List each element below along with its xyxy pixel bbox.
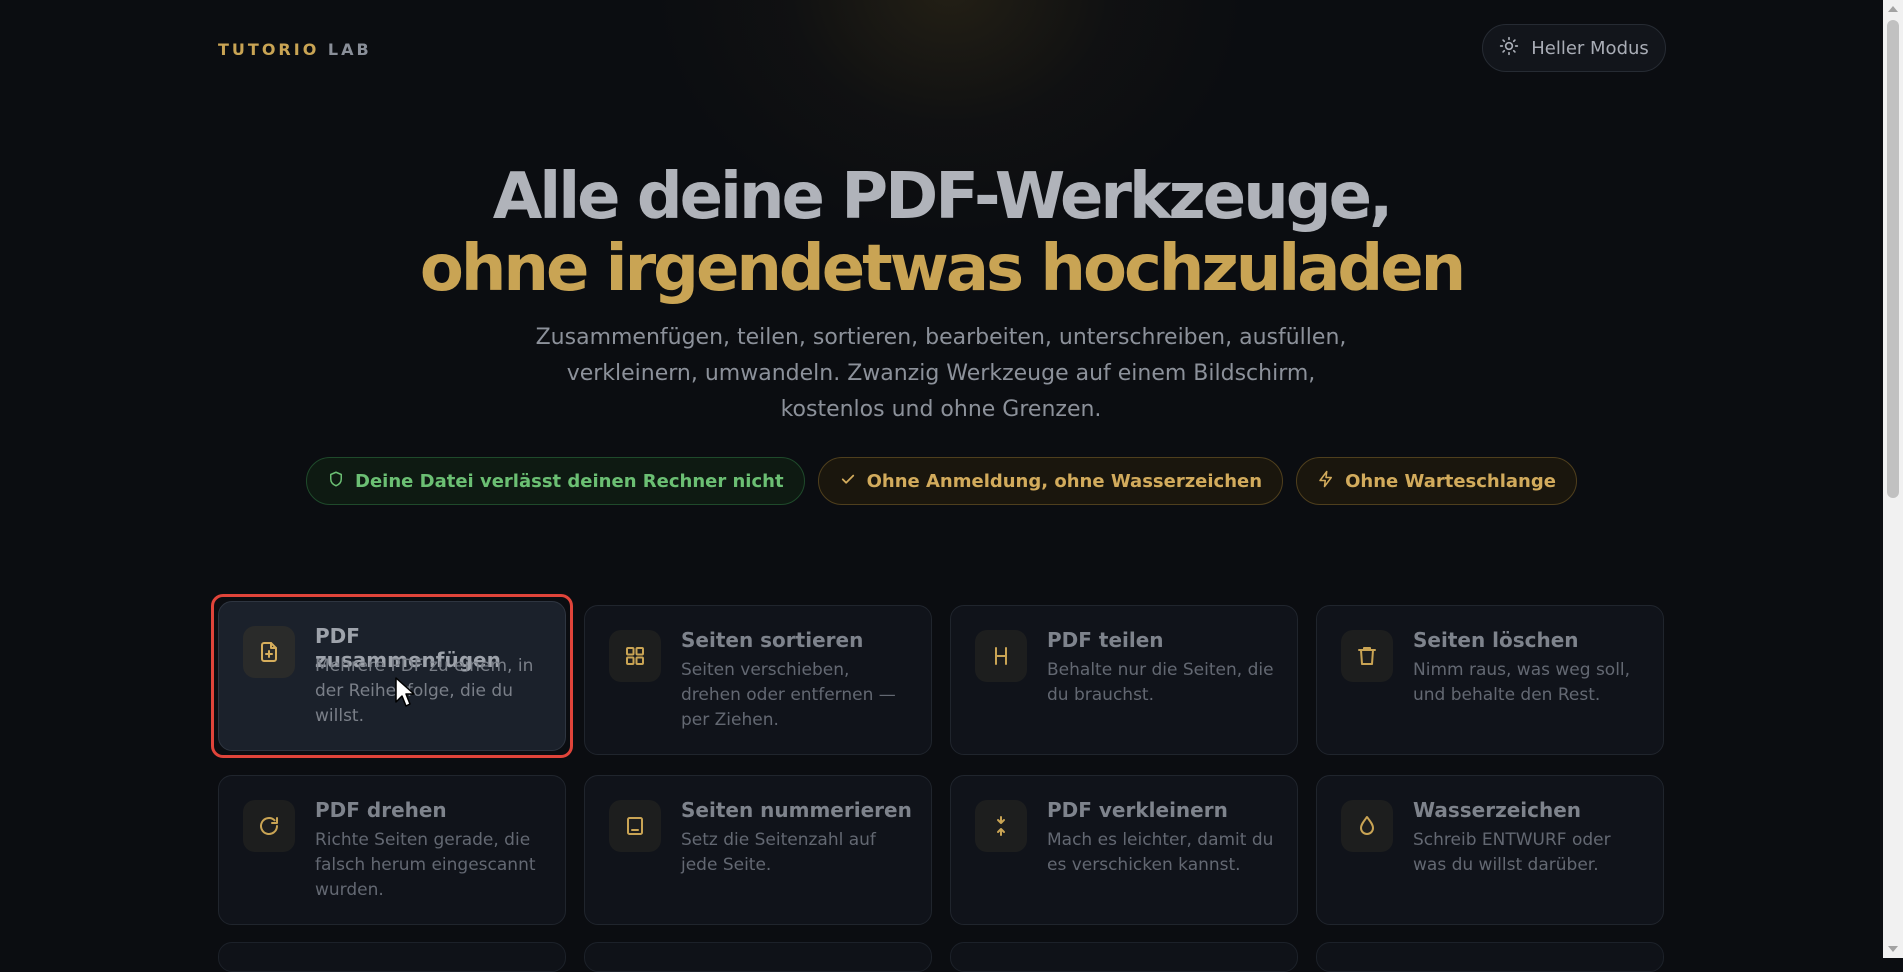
tool-card-sort[interactable]: Seiten sortieren Seiten verschieben, dre… [584,605,932,755]
hero-title-line1: Alle deine PDF-Werkzeuge, [492,160,1394,234]
tool-card-compress[interactable]: PDF verkleinern Mach es leichter, damit … [950,775,1298,925]
tool-card-number[interactable]: Seiten nummerieren Setz die Seitenzahl a… [584,775,932,925]
tool-grid: PDF zusammenfügen Mehrere PDF zu einem, … [211,594,1666,925]
tool-title: PDF teilen [1047,628,1164,652]
tool-desc: Nimm raus, was weg soll, und behalte den… [1413,660,1631,705]
tool-card-merge[interactable]: PDF zusammenfügen Mehrere PDF zu einem, … [211,594,573,758]
badge-no-queue: Ohne Warteschlange [1296,457,1577,505]
rotate-icon [243,800,295,852]
logo-part1: TUTORIO [218,40,320,59]
tool-card-rotate[interactable]: PDF drehen Richte Seiten gerade, die fal… [218,775,566,925]
tool-card-delete[interactable]: Seiten löschen Nimm raus, was weg soll, … [1316,605,1664,755]
check-icon [839,470,857,493]
feature-badges: Deine Datei verlässt deinen Rechner nich… [0,457,1883,505]
tool-desc: Behalte nur die Seiten, die du brauchst. [1047,660,1274,705]
tool-title: PDF drehen [315,798,447,822]
logo[interactable]: TUTORIO LAB [218,40,372,59]
tool-card-partial[interactable] [584,942,932,972]
scrollbar-thumb[interactable] [1887,20,1899,498]
tool-title: Seiten löschen [1413,628,1579,652]
tool-title: PDF verkleinern [1047,798,1228,822]
droplet-icon [1341,800,1393,852]
tool-title: Seiten nummerieren [681,798,912,822]
tool-desc: Seiten verschieben, drehen oder entferne… [681,660,896,730]
logo-part2: LAB [327,40,372,59]
badge-no-queue-label: Ohne Warteschlange [1345,470,1556,492]
badge-privacy: Deine Datei verlässt deinen Rechner nich… [306,457,805,505]
tool-card-split[interactable]: PDF teilen Behalte nur die Seiten, die d… [950,605,1298,755]
sun-icon [1499,36,1519,61]
tool-desc: Mach es leichter, damit du es verschicke… [1047,830,1274,875]
mouse-cursor-icon [395,677,415,707]
compress-icon [975,800,1027,852]
tool-card-partial[interactable] [950,942,1298,972]
tool-desc: Richte Seiten gerade, die falsch herum e… [315,830,536,900]
page-scrollbar[interactable] [1883,0,1903,958]
tool-title: Wasserzeichen [1413,798,1582,822]
tool-card-partial[interactable] [218,942,566,972]
shield-icon [327,470,345,493]
tool-card-watermark[interactable]: Wasserzeichen Schreib ENTWURF oder was d… [1316,775,1664,925]
bolt-icon [1317,470,1335,493]
tool-title: Seiten sortieren [681,628,864,652]
light-mode-button[interactable]: Heller Modus [1482,24,1666,72]
grid-icon [609,630,661,682]
file-plus-icon [243,626,295,678]
badge-privacy-label: Deine Datei verlässt deinen Rechner nich… [355,470,784,492]
tool-desc: Schreib ENTWURF oder was du willst darüb… [1413,830,1611,875]
tool-card-partial[interactable] [1316,942,1664,972]
hero-subtitle: Zusammenfügen, teilen, sortieren, bearbe… [535,325,1347,422]
tool-desc: Mehrere PDF zu einem, in der Reihenfolge… [315,656,534,726]
tool-desc: Setz die Seitenzahl auf jede Seite. [681,830,876,875]
scroll-up-arrow-icon[interactable] [1888,6,1898,12]
page-number-icon [609,800,661,852]
hero-title-line2: ohne irgendetwas hochzuladen [419,232,1466,306]
badge-no-signup-label: Ohne Anmeldung, ohne Wasserzeichen [866,470,1263,492]
badge-no-signup: Ohne Anmeldung, ohne Wasserzeichen [817,457,1284,505]
light-mode-label: Heller Modus [1531,37,1649,59]
trash-icon [1341,630,1393,682]
split-icon [975,630,1027,682]
scroll-down-arrow-icon[interactable] [1888,946,1898,952]
